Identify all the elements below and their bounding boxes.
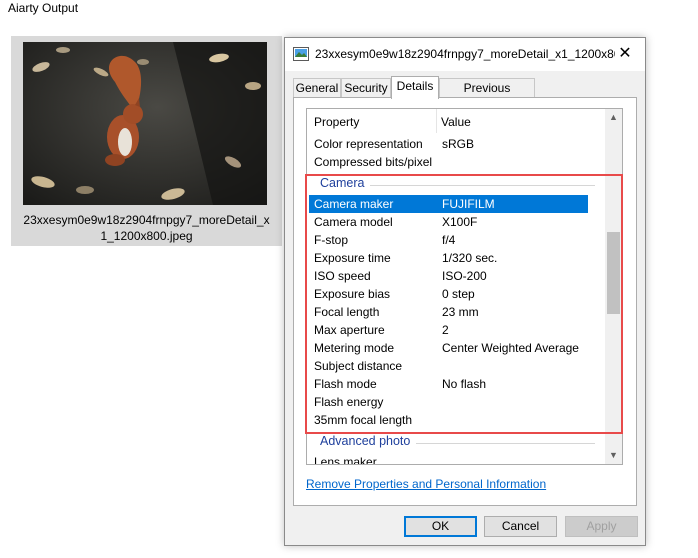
property-name: F-stop xyxy=(314,233,349,247)
column-divider[interactable] xyxy=(436,109,437,133)
apply-button[interactable]: Apply xyxy=(565,516,638,537)
property-row[interactable]: ISO speed ISO-200 xyxy=(307,267,605,285)
list-header: Property Value xyxy=(307,109,605,133)
property-value: X100F xyxy=(442,215,478,229)
property-name: Max aperture xyxy=(314,323,385,337)
property-name: ISO speed xyxy=(314,269,371,283)
explorer-window-title: Aiarty Output xyxy=(8,1,79,15)
property-row-selected[interactable]: Camera maker FUJIFILM xyxy=(309,195,588,213)
dialog-title: 23xxesym0e9w18z2904frnpgy7_moreDetail_x1… xyxy=(315,47,615,61)
remove-properties-link[interactable]: Remove Properties and Personal Informati… xyxy=(306,477,546,491)
property-value: 1/320 sec. xyxy=(442,251,498,265)
property-name: Lens maker xyxy=(314,455,377,465)
property-value: No flash xyxy=(442,377,487,391)
property-name: 35mm focal length xyxy=(314,413,413,427)
property-value: 2 xyxy=(442,323,449,337)
property-value: sRGB xyxy=(442,137,475,151)
property-row[interactable]: Metering mode Center Weighted Average xyxy=(307,339,605,357)
property-row[interactable]: F-stop f/4 xyxy=(307,231,605,249)
details-panel: Property Value Color representation sRGB… xyxy=(293,97,637,506)
property-value: Center Weighted Average xyxy=(442,341,579,355)
property-name: Subject distance xyxy=(314,359,403,373)
cancel-button[interactable]: Cancel xyxy=(484,516,557,537)
property-name: Camera model xyxy=(314,215,393,229)
property-value: ISO-200 xyxy=(442,269,487,283)
property-name: Camera maker xyxy=(314,197,394,211)
property-name: Flash energy xyxy=(314,395,384,409)
property-value: f/4 xyxy=(442,233,456,247)
property-row[interactable]: Flash energy xyxy=(307,393,605,411)
file-thumbnail-item[interactable]: 23xxesym0e9w18z2904frnpgy7_moreDetail_x1… xyxy=(11,36,282,246)
tab-general[interactable]: General xyxy=(293,78,341,98)
tab-previous-versions[interactable]: Previous Versions xyxy=(439,78,535,113)
property-row[interactable]: 35mm focal length xyxy=(307,411,605,429)
property-row[interactable]: Max aperture 2 xyxy=(307,321,605,339)
property-row[interactable]: Exposure bias 0 step xyxy=(307,285,605,303)
property-name: Compressed bits/pixel xyxy=(314,155,433,169)
property-name: Focal length xyxy=(314,305,380,319)
property-row[interactable]: Color representation sRGB xyxy=(307,135,605,153)
property-row[interactable]: Lens maker xyxy=(307,453,605,465)
property-row[interactable]: Focal length 23 mm xyxy=(307,303,605,321)
tab-security[interactable]: Security xyxy=(341,78,391,98)
group-header-camera: Camera xyxy=(307,175,605,193)
property-row[interactable]: Exposure time 1/320 sec. xyxy=(307,249,605,267)
property-value: 23 mm xyxy=(442,305,479,319)
property-list[interactable]: Property Value Color representation sRGB… xyxy=(306,108,623,465)
ok-button[interactable]: OK xyxy=(404,516,477,537)
property-name: Color representation xyxy=(314,137,423,151)
group-label: Camera xyxy=(320,176,371,190)
scroll-up-icon[interactable]: ▲ xyxy=(605,109,622,126)
property-name: Exposure time xyxy=(314,251,391,265)
file-name-caption[interactable]: 23xxesym0e9w18z2904frnpgy7_moreDetail_x1… xyxy=(11,212,282,244)
property-value: 0 step xyxy=(442,287,475,301)
file-name-text: 23xxesym0e9w18z2904frnpgy7_moreDetail_x1… xyxy=(23,213,270,243)
close-icon[interactable]: ✕ xyxy=(615,44,635,64)
column-header-property[interactable]: Property xyxy=(314,115,359,129)
property-value: FUJIFILM xyxy=(442,197,495,211)
squirrel-photo-thumbnail[interactable] xyxy=(23,42,267,205)
vertical-scrollbar[interactable]: ▲ ▼ xyxy=(605,109,622,464)
dialog-titlebar[interactable]: 23xxesym0e9w18z2904frnpgy7_moreDetail_x1… xyxy=(285,38,645,71)
group-header-advanced-photo: Advanced photo xyxy=(307,433,605,451)
properties-dialog: 23xxesym0e9w18z2904frnpgy7_moreDetail_x1… xyxy=(284,37,646,546)
image-file-icon xyxy=(293,47,309,61)
property-name: Exposure bias xyxy=(314,287,391,301)
column-header-value[interactable]: Value xyxy=(441,115,471,129)
scroll-down-icon[interactable]: ▼ xyxy=(605,447,622,464)
property-row[interactable]: Flash mode No flash xyxy=(307,375,605,393)
property-row[interactable]: Camera model X100F xyxy=(307,213,605,231)
tab-details[interactable]: Details xyxy=(391,76,439,99)
scrollbar-thumb[interactable] xyxy=(607,232,620,314)
group-label: Advanced photo xyxy=(320,434,417,448)
property-name: Flash mode xyxy=(314,377,377,391)
property-row[interactable]: Subject distance xyxy=(307,357,605,375)
property-name: Metering mode xyxy=(314,341,395,355)
property-row[interactable]: Compressed bits/pixel xyxy=(307,153,605,171)
